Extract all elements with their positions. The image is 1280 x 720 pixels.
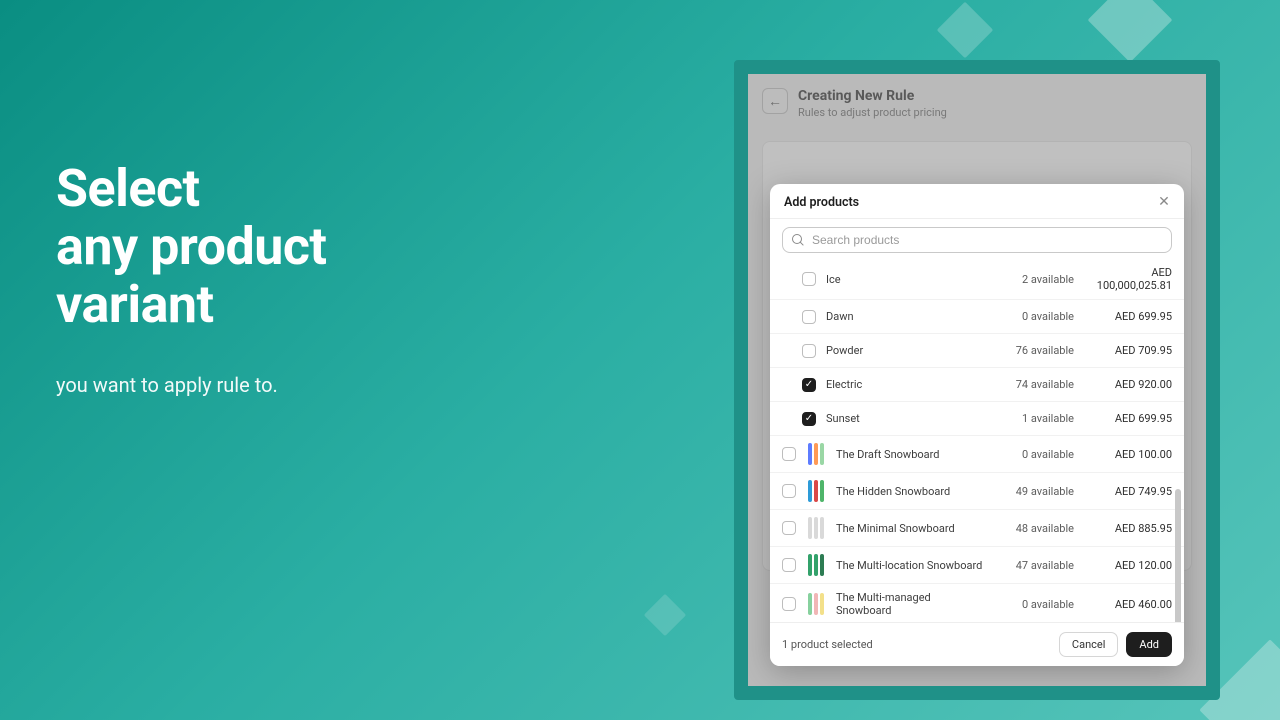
price-text: AED 709.95 bbox=[1084, 344, 1172, 357]
checkbox[interactable] bbox=[802, 344, 816, 358]
checkbox[interactable] bbox=[802, 310, 816, 324]
price-text: AED 699.95 bbox=[1084, 310, 1172, 323]
variant-row[interactable]: Powder 76 available AED 709.95 bbox=[770, 334, 1184, 368]
checkbox[interactable] bbox=[782, 447, 796, 461]
checkbox[interactable] bbox=[802, 378, 816, 392]
product-row[interactable]: The Draft Snowboard 0 available AED 100.00 bbox=[770, 436, 1184, 473]
item-name: The Minimal Snowboard bbox=[836, 522, 984, 535]
item-name: Dawn bbox=[826, 310, 984, 323]
product-list: Ice 2 available AED 100,000,025.81 Dawn 0 av… bbox=[770, 259, 1184, 622]
scrollbar-thumb[interactable] bbox=[1175, 489, 1181, 622]
checkbox[interactable] bbox=[802, 272, 816, 286]
item-name: Sunset bbox=[826, 412, 984, 425]
add-products-modal: Add products ✕ Ice 2 available AED 100,000… bbox=[770, 184, 1184, 666]
product-thumbnail bbox=[806, 593, 826, 615]
selection-count: 1 product selected bbox=[782, 638, 873, 651]
checkbox[interactable] bbox=[782, 521, 796, 535]
search-input-wrap[interactable] bbox=[782, 227, 1172, 253]
item-name: Electric bbox=[826, 378, 984, 391]
product-thumbnail bbox=[806, 443, 826, 465]
decorative-sparkle bbox=[644, 594, 686, 636]
checkbox[interactable] bbox=[782, 484, 796, 498]
product-row[interactable]: The Multi-location Snowboard 47 available… bbox=[770, 547, 1184, 584]
headline-line: variant bbox=[56, 276, 327, 334]
variant-row[interactable]: Dawn 0 available AED 699.95 bbox=[770, 300, 1184, 334]
modal-footer: 1 product selected Cancel Add bbox=[770, 622, 1184, 666]
variant-row[interactable]: Ice 2 available AED 100,000,025.81 bbox=[770, 259, 1184, 300]
product-thumbnail bbox=[806, 480, 826, 502]
availability-text: 74 available bbox=[994, 378, 1074, 391]
cancel-button[interactable]: Cancel bbox=[1059, 632, 1118, 657]
add-button[interactable]: Add bbox=[1126, 632, 1172, 657]
price-text: AED 920.00 bbox=[1084, 378, 1172, 391]
availability-text: 49 available bbox=[994, 485, 1074, 498]
price-text: AED 100,000,025.81 bbox=[1084, 266, 1172, 292]
availability-text: 1 available bbox=[994, 412, 1074, 425]
headline-line: any product bbox=[56, 218, 327, 276]
modal-title: Add products bbox=[784, 195, 859, 210]
search-input[interactable] bbox=[812, 233, 1162, 247]
checkbox[interactable] bbox=[782, 597, 796, 611]
close-icon[interactable]: ✕ bbox=[1156, 194, 1172, 210]
price-text: AED 100.00 bbox=[1084, 448, 1172, 461]
availability-text: 2 available bbox=[994, 273, 1074, 286]
product-row[interactable]: The Multi-managed Snowboard 0 available AE… bbox=[770, 584, 1184, 622]
screenshot-stage: ← Creating New Rule Rules to adjust prod… bbox=[734, 60, 1220, 700]
marketing-copy: Select any product variant you want to a… bbox=[56, 160, 327, 397]
checkbox[interactable] bbox=[802, 412, 816, 426]
decorative-sparkle bbox=[1088, 0, 1173, 62]
item-name: The Draft Snowboard bbox=[836, 448, 984, 461]
headline: Select any product variant bbox=[56, 160, 327, 335]
item-name: The Hidden Snowboard bbox=[836, 485, 984, 498]
product-row[interactable]: The Hidden Snowboard 49 available AED 749.… bbox=[770, 473, 1184, 510]
headline-line: Select bbox=[56, 160, 327, 218]
product-thumbnail bbox=[806, 517, 826, 539]
product-thumbnail bbox=[806, 554, 826, 576]
checkbox[interactable] bbox=[782, 558, 796, 572]
availability-text: 0 available bbox=[994, 310, 1074, 323]
product-row[interactable]: The Minimal Snowboard 48 available AED 885… bbox=[770, 510, 1184, 547]
item-name: The Multi-managed Snowboard bbox=[836, 591, 984, 617]
search-icon bbox=[792, 234, 804, 246]
price-text: AED 120.00 bbox=[1084, 559, 1172, 572]
availability-text: 48 available bbox=[994, 522, 1074, 535]
price-text: AED 749.95 bbox=[1084, 485, 1172, 498]
availability-text: 76 available bbox=[994, 344, 1074, 357]
price-text: AED 460.00 bbox=[1084, 598, 1172, 611]
availability-text: 0 available bbox=[994, 598, 1074, 611]
item-name: The Multi-location Snowboard bbox=[836, 559, 984, 572]
availability-text: 47 available bbox=[994, 559, 1074, 572]
modal-header: Add products ✕ bbox=[770, 184, 1184, 219]
price-text: AED 699.95 bbox=[1084, 412, 1172, 425]
subheadline: you want to apply rule to. bbox=[56, 373, 327, 397]
decorative-sparkle bbox=[937, 2, 994, 59]
variant-row[interactable]: Sunset 1 available AED 699.95 bbox=[770, 402, 1184, 436]
variant-row[interactable]: Electric 74 available AED 920.00 bbox=[770, 368, 1184, 402]
availability-text: 0 available bbox=[994, 448, 1074, 461]
marketing-canvas: Select any product variant you want to a… bbox=[0, 0, 1280, 720]
item-name: Powder bbox=[826, 344, 984, 357]
price-text: AED 885.95 bbox=[1084, 522, 1172, 535]
item-name: Ice bbox=[826, 273, 984, 286]
